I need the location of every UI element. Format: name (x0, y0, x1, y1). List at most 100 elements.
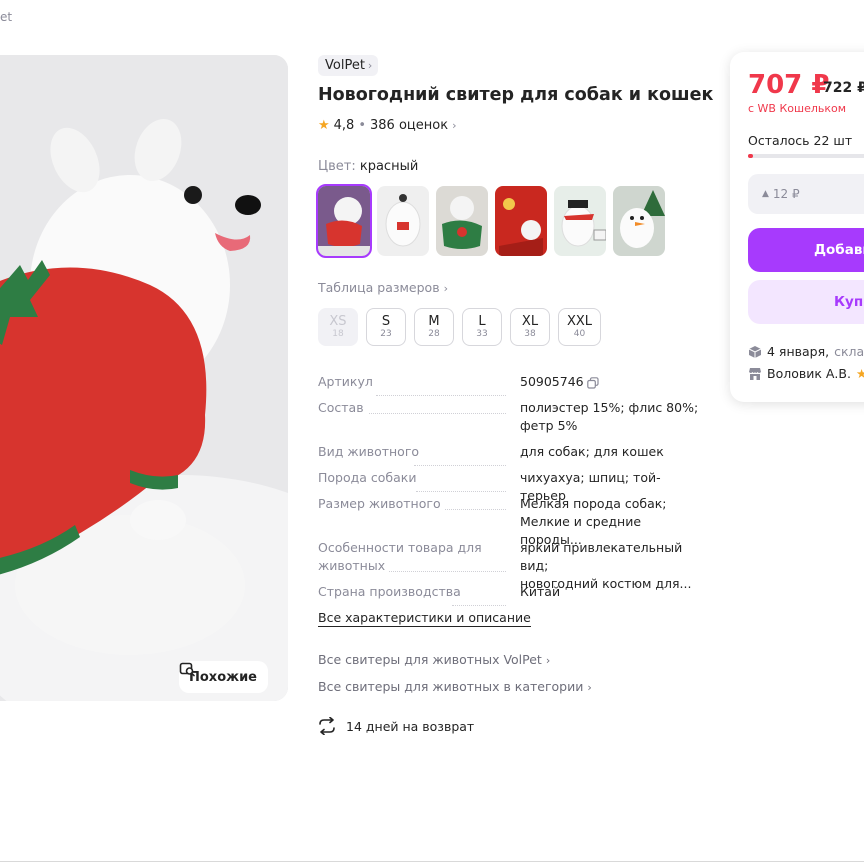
stock-bar (748, 154, 864, 158)
discount-box[interactable]: ▲ 12 ₽ (748, 174, 864, 214)
dog-photo (0, 55, 288, 701)
spec-key-text: животных (318, 558, 390, 573)
buy-card: 707 ₽ 722 ₽ с WB Кошельком Осталось 22 ш… (730, 52, 864, 402)
add-to-cart-button[interactable]: Добави (748, 228, 864, 272)
seller-link[interactable]: Воловик А.В. ★ (748, 366, 864, 381)
spec-row: Вид животного для собак; для кошек (318, 443, 698, 469)
spec-key-text: Вид животного (318, 444, 424, 459)
size-option-m[interactable]: M 28 (414, 308, 454, 346)
size-option-xxl[interactable]: XXL 40 (558, 308, 602, 346)
breadcrumb[interactable]: et (0, 10, 12, 24)
color-swatch-white[interactable] (377, 186, 429, 256)
leader-line (376, 395, 506, 396)
size-name: S (381, 313, 391, 329)
similar-label: Похожие (189, 669, 257, 685)
spec-key: Состав (318, 399, 508, 443)
size-option-xs[interactable]: XS 18 (318, 308, 358, 346)
color-value: красный (359, 159, 419, 174)
product-image[interactable]: Похожие (0, 55, 288, 701)
size-table-label: Таблица размеров (318, 280, 440, 295)
rating-value: 4,8 (333, 118, 355, 133)
delivery-source: склад (834, 344, 864, 359)
leader-line (366, 413, 506, 414)
rating-link[interactable]: ★ 4,8 • 386 оценок › (318, 118, 456, 133)
swatch-thumbnail (436, 186, 488, 256)
swatch-thumbnail (613, 186, 665, 256)
buy-now-button[interactable]: Купи (748, 280, 864, 324)
brand-name: VolPet (325, 58, 365, 73)
size-option-s[interactable]: S 23 (366, 308, 406, 346)
size-name: XS (329, 313, 347, 329)
specs-table: Артикул 50905746 Состав полиэстер 15%; ф… (318, 373, 698, 609)
category-sweaters-label: Все свитеры для животных в категории (318, 679, 584, 694)
size-option-l[interactable]: L 33 (462, 308, 502, 346)
chevron-right-icon: › (545, 654, 551, 667)
spec-key: Порода собаки (318, 469, 508, 495)
spec-key: Страна производства (318, 583, 508, 609)
color-swatch-snowman[interactable] (554, 186, 606, 256)
leader-line (382, 571, 506, 572)
color-swatches (316, 184, 665, 258)
spec-key: Особенности товара для животных (318, 539, 508, 583)
color-swatch-red-print[interactable] (495, 186, 547, 256)
copy-icon[interactable] (586, 376, 599, 389)
article-number[interactable]: 50905746 (520, 374, 584, 389)
size-option-xl[interactable]: XL 38 (510, 308, 550, 346)
spec-row: Размер животного Мелкая порода собак; Мел… (318, 495, 698, 547)
return-arrows-icon (319, 717, 335, 735)
size-ru: 40 (573, 328, 586, 339)
leader-line (416, 491, 506, 492)
spec-row: Состав полиэстер 15%; флис 80%; фетр 5% (318, 399, 698, 443)
color-label-key: Цвет: (318, 159, 356, 174)
spec-row: Артикул 50905746 (318, 373, 698, 399)
store-icon (749, 367, 761, 380)
wallet-note[interactable]: с WB Кошельком (748, 102, 846, 115)
spec-key: Размер животного (318, 495, 508, 539)
returns-label: 14 дней на возврат (346, 718, 475, 734)
brand-sweaters-link[interactable]: Все свитеры для животных VolPet › (318, 652, 550, 667)
size-selector: XS 18 S 23 M 28 L 33 XL 38 XXL 40 (318, 308, 602, 346)
dot-separator: • (358, 118, 367, 133)
all-specs-link[interactable]: Все характеристики и описание (318, 610, 531, 627)
swatch-thumbnail (495, 186, 547, 256)
size-ru: 33 (476, 328, 488, 339)
spec-row: Порода собаки чихуахуа; шпиц; той-терьер (318, 469, 698, 503)
brand-link[interactable]: VolPet › (318, 55, 379, 76)
seller-name: Воловик А.В. (767, 366, 851, 381)
color-swatch-snowman-tree[interactable] (613, 186, 665, 256)
current-price: 707 ₽ (748, 70, 830, 100)
search-similar-icon (179, 662, 195, 677)
spec-value-line: полиэстер 15%; флис 80%; (520, 400, 699, 415)
leader-line (452, 605, 506, 606)
size-ru: 38 (524, 328, 536, 339)
spec-value: Китай (520, 584, 561, 599)
delivery-info: 4 января, склад (748, 344, 864, 359)
page-divider (0, 861, 864, 862)
leader-line (436, 509, 506, 510)
chevron-right-icon: › (587, 681, 592, 694)
discount-amount: 12 ₽ (772, 187, 800, 201)
spec-key-text: Артикул (318, 374, 377, 389)
delivery-date: 4 января, (767, 344, 830, 359)
size-ru: 18 (332, 328, 344, 339)
category-sweaters-link[interactable]: Все свитеры для животных в категории › (318, 679, 592, 694)
spec-key-text: Страна производства (318, 584, 465, 599)
color-label: Цвет: красный (318, 159, 418, 174)
spec-key-text: Состав (318, 400, 368, 415)
star-icon: ★ (855, 366, 864, 381)
chevron-right-icon: › (452, 119, 457, 132)
spec-row: Особенности товара для животных яркий при… (318, 539, 698, 591)
size-name: L (478, 313, 486, 329)
spec-value: полиэстер 15%; флис 80%; фетр 5% (520, 399, 700, 435)
old-price: 722 ₽ (823, 80, 864, 96)
color-swatch-green[interactable] (436, 186, 488, 256)
size-table-link[interactable]: Таблица размеров › (318, 280, 448, 295)
stock-remaining: Осталось 22 шт (748, 133, 853, 148)
returns-info[interactable]: 14 дней на возврат (318, 717, 474, 735)
spec-key-text: Особенности товара для (318, 540, 486, 555)
color-swatch-red[interactable] (316, 184, 372, 258)
similar-button[interactable]: Похожие (179, 661, 268, 693)
spec-value: 50905746 (520, 373, 700, 391)
triangle-up-icon: ▲ (762, 189, 769, 199)
size-ru: 23 (380, 328, 392, 339)
